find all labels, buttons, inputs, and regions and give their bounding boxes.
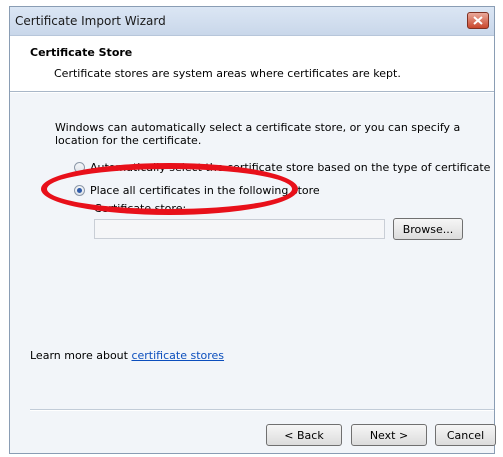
radio-auto-select-circle[interactable]: [74, 162, 85, 173]
footer-divider: [30, 409, 494, 411]
learn-more-text: Learn more about certificate stores: [30, 349, 224, 362]
window-title: Certificate Import Wizard: [15, 14, 166, 28]
radio-place-in-store-circle[interactable]: [74, 185, 85, 196]
title-bar: Certificate Import Wizard: [10, 7, 494, 36]
close-button[interactable]: [467, 12, 489, 29]
wizard-content: Windows can automatically select a certi…: [10, 93, 496, 453]
back-button[interactable]: < Back: [266, 424, 342, 446]
learn-more-prefix: Learn more about: [30, 349, 132, 362]
wizard-header: Certificate Store Certificate stores are…: [10, 36, 494, 91]
radio-place-in-store[interactable]: Place all certificates in the following …: [74, 184, 320, 197]
intro-text: Windows can automatically select a certi…: [55, 121, 461, 147]
certificate-store-field: [94, 219, 385, 239]
certificate-stores-link[interactable]: certificate stores: [131, 349, 224, 362]
browse-button[interactable]: Browse...: [393, 218, 463, 240]
radio-auto-select-label: Automatically select the certificate sto…: [90, 161, 491, 174]
page-description: Certificate stores are system areas wher…: [54, 67, 401, 80]
certificate-import-wizard-window: Certificate Import Wizard Certificate St…: [9, 6, 496, 454]
certificate-store-label: Certificate store:: [94, 202, 187, 215]
cancel-button[interactable]: Cancel: [435, 424, 496, 446]
radio-place-in-store-label: Place all certificates in the following …: [90, 184, 320, 197]
page-title: Certificate Store: [30, 46, 133, 59]
close-icon: [473, 16, 483, 25]
next-button[interactable]: Next >: [351, 424, 427, 446]
radio-auto-select[interactable]: Automatically select the certificate sto…: [74, 161, 490, 174]
